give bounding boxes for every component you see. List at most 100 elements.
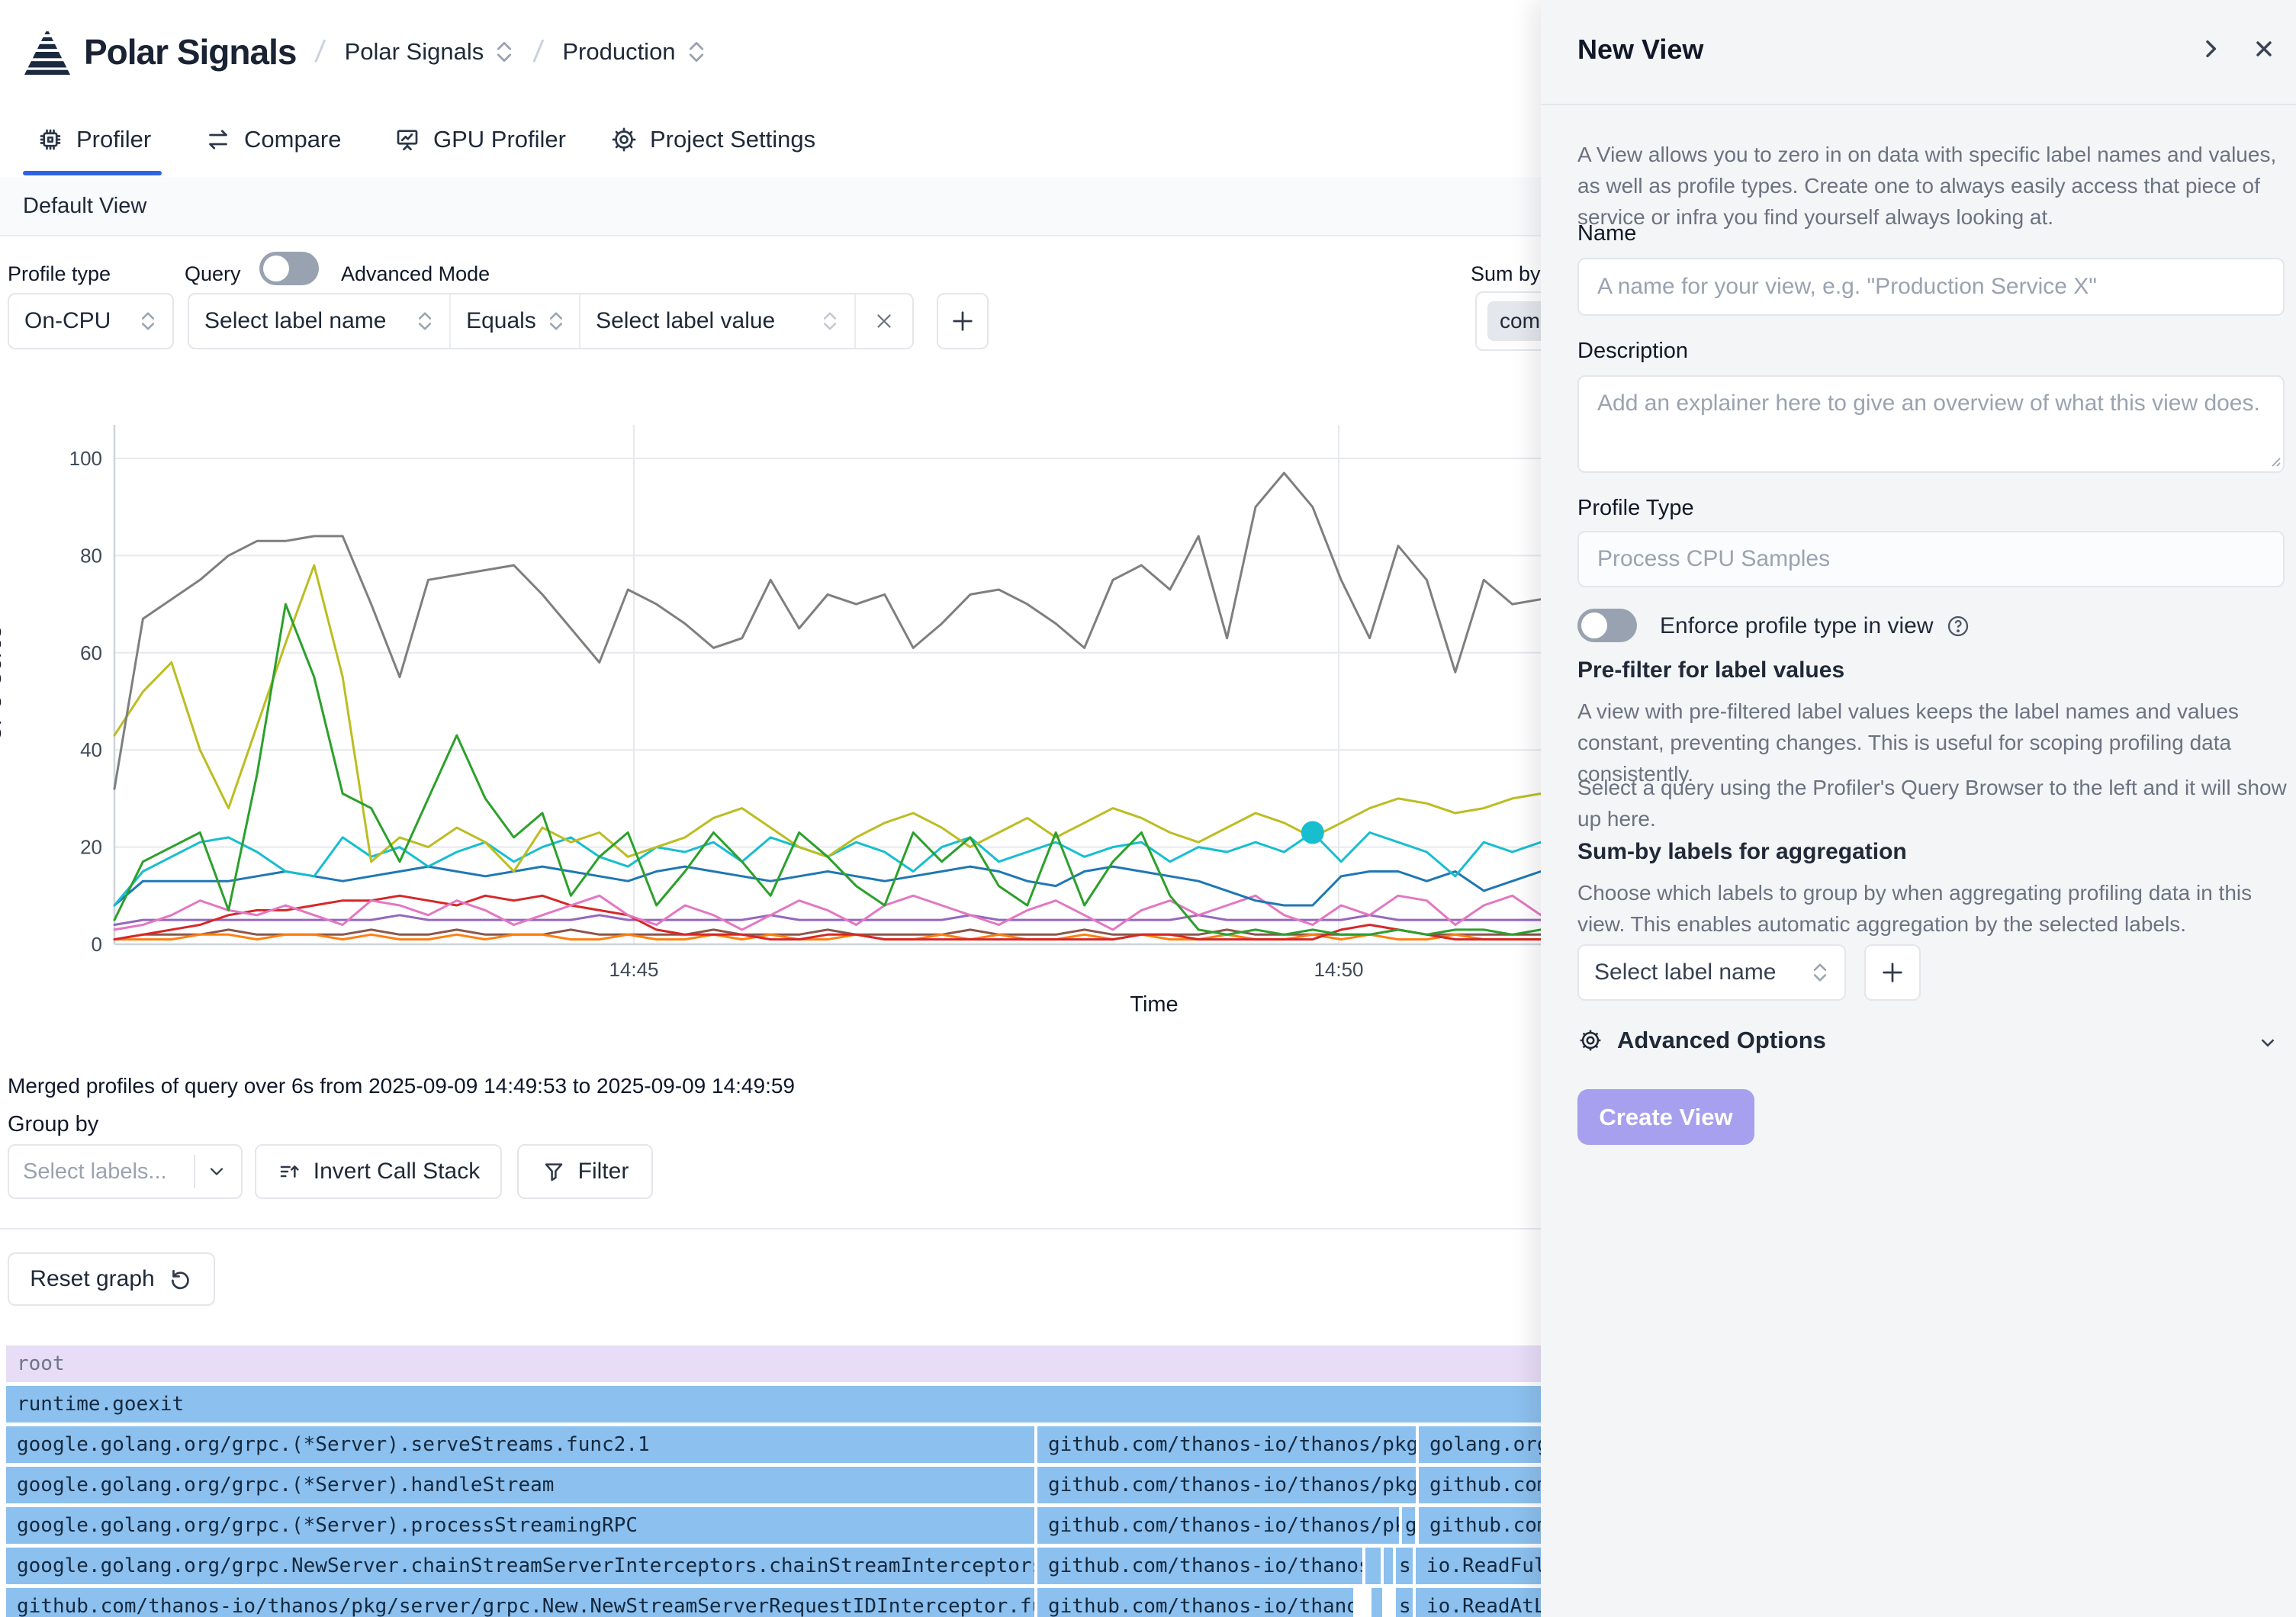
chevron-updown-icon (1811, 960, 1829, 985)
breadcrumb-project[interactable]: Production (562, 38, 706, 66)
label-name-placeholder: Select label name (204, 308, 386, 334)
close-panel-button[interactable] (2252, 37, 2276, 65)
svg-text:Time: Time (1130, 992, 1178, 1017)
active-tab-indicator (23, 171, 162, 175)
chevron-right-icon (2198, 37, 2223, 61)
flame-frame-cell[interactable]: runtime.goexit (6, 1386, 1548, 1423)
group-by-select[interactable]: Select labels... (8, 1144, 243, 1199)
filter-label: Filter (578, 1159, 629, 1185)
new-view-panel: New View A View allows you to zero in on… (1541, 0, 2296, 1617)
flame-frame-cell[interactable]: github.com/thanos-io/thanos/p (1037, 1588, 1353, 1617)
flame-frame-cell[interactable]: github.com/thanos-io/thanos/pkg/ (1037, 1507, 1399, 1544)
label-value-select[interactable]: Select label value (579, 294, 854, 348)
operator-select[interactable]: Equals (449, 294, 579, 348)
flame-frame-cell[interactable] (1371, 1588, 1382, 1617)
tab-compare-label: Compare (244, 126, 342, 153)
view-name-input[interactable] (1577, 258, 2285, 316)
filter-button[interactable]: Filter (517, 1144, 653, 1199)
flame-frame-cell[interactable]: github.com/thanos-io/thanos/p (1037, 1548, 1362, 1584)
flame-frame-cell[interactable]: io.ReadFul (1416, 1548, 1548, 1584)
tab-profiler-label: Profiler (76, 126, 151, 153)
group-by-label: Group by (8, 1112, 98, 1137)
flame-frame-cell[interactable]: github.com/thanos-io/thanos/pkg/server/g… (6, 1588, 1034, 1617)
label-name-select[interactable]: Select label name (189, 294, 449, 348)
invert-call-stack-label: Invert Call Stack (314, 1159, 480, 1185)
divider (194, 1155, 195, 1188)
enforce-profile-type-toggle[interactable] (1577, 609, 1637, 642)
plus-icon (1880, 960, 1905, 985)
panel-add-label-button[interactable] (1864, 944, 1921, 1001)
flame-frame-cell[interactable]: g (1402, 1507, 1415, 1544)
svg-text:40: 40 (80, 738, 102, 761)
view-description-textarea[interactable] (1577, 375, 2285, 473)
swap-arrows-icon (204, 126, 232, 153)
remove-matcher-button[interactable] (854, 294, 912, 348)
flame-frame-cell[interactable]: s (1396, 1588, 1413, 1617)
breadcrumb-org[interactable]: Polar Signals (345, 38, 515, 66)
breadcrumb-project-label: Production (562, 38, 675, 66)
toggle-knob (1581, 612, 1607, 638)
flame-frame-cell[interactable]: io.ReadAtL (1416, 1588, 1548, 1617)
reset-graph-button[interactable]: Reset graph (8, 1252, 215, 1306)
chevron-updown-icon (139, 309, 157, 333)
merged-profiles-summary: Merged profiles of query over 6s from 20… (8, 1074, 795, 1098)
gear-icon (1577, 1027, 1603, 1053)
panel-intro-text: A View allows you to zero in on data wit… (1577, 139, 2287, 233)
tab-project-settings-label: Project Settings (650, 126, 815, 153)
flame-frame-cell[interactable]: github.com/ (1419, 1507, 1548, 1544)
enforce-row: Enforce profile type in view (1660, 613, 1970, 639)
resize-handle-icon[interactable] (2267, 453, 2282, 468)
logo[interactable]: Polar Signals (23, 27, 296, 76)
flame-frame-cell[interactable]: github.com/ (1419, 1467, 1548, 1503)
add-matcher-button[interactable] (937, 293, 989, 349)
profile-type-placeholder: Process CPU Samples (1597, 546, 1830, 572)
breadcrumb-org-label: Polar Signals (345, 38, 484, 66)
name-label: Name (1577, 221, 1636, 246)
enforce-profile-type-label: Enforce profile type in view (1660, 613, 1934, 639)
tab-profiler[interactable]: Profiler (37, 104, 151, 175)
chevron-down-icon[interactable] (2256, 1031, 2279, 1054)
metrics-line-chart[interactable]: 02040608010014:4514:50Time (0, 397, 1548, 1030)
sumby-text: Choose which labels to group by when agg… (1577, 877, 2287, 940)
profile-type-input[interactable]: Process CPU Samples (1577, 531, 2285, 587)
flame-frame-cell[interactable]: github.com/thanos-io/thanos/pkg/st (1037, 1467, 1416, 1503)
panel-label-select[interactable]: Select label name (1577, 944, 1846, 1001)
chevron-updown-icon (821, 309, 839, 333)
advanced-options-label: Advanced Options (1617, 1027, 1826, 1054)
collapse-panel-button[interactable] (2198, 37, 2223, 65)
section-divider (0, 1228, 1541, 1230)
flame-frame-cell[interactable]: google.golang.org/grpc.NewServer.chainSt… (6, 1548, 1034, 1584)
flame-frame-cell[interactable]: golang.org/ (1419, 1426, 1548, 1463)
create-view-button[interactable]: Create View (1577, 1089, 1754, 1145)
tab-compare[interactable]: Compare (204, 104, 342, 175)
help-circle-icon[interactable] (1946, 614, 1970, 638)
svg-text:20: 20 (80, 836, 102, 859)
flame-frame-cell[interactable]: google.golang.org/grpc.(*Server).handleS… (6, 1467, 1034, 1503)
invert-call-stack-button[interactable]: Invert Call Stack (255, 1144, 502, 1199)
advanced-mode-toggle[interactable] (259, 252, 319, 285)
advanced-mode-label: Advanced Mode (341, 262, 490, 286)
flame-root-cell[interactable]: root (6, 1345, 1548, 1382)
flame-frame-cell[interactable]: github.com/thanos-io/thanos/pkg/st (1037, 1426, 1416, 1463)
flame-frame-cell[interactable] (1384, 1548, 1393, 1584)
reset-rotate-icon (167, 1266, 193, 1292)
advanced-options-toggle[interactable]: Advanced Options (1577, 1027, 1826, 1054)
group-by-placeholder: Select labels... (23, 1159, 167, 1185)
profile-type-label: Profile type (8, 262, 111, 286)
funnel-icon (542, 1159, 566, 1184)
svg-text:60: 60 (80, 641, 102, 664)
flame-frame-cell[interactable] (1365, 1548, 1381, 1584)
flame-frame-cell[interactable]: google.golang.org/grpc.(*Server).process… (6, 1507, 1034, 1544)
prefilter-title: Pre-filter for label values (1577, 657, 1844, 683)
tab-gpu-profiler[interactable]: GPU Profiler (394, 104, 566, 175)
sum-by-label: Sum by (1471, 262, 1541, 286)
flame-frame-cell[interactable]: google.golang.org/grpc.(*Server).serveSt… (6, 1426, 1034, 1463)
polar-signals-app: Polar Signals / Polar Signals / Producti… (0, 0, 2296, 1617)
profile-type-select[interactable]: On-CPU (8, 293, 174, 349)
tab-project-settings[interactable]: Project Settings (610, 104, 815, 175)
gear-icon (610, 126, 638, 153)
view-selector-label: Default View (23, 194, 146, 219)
panel-label-select-placeholder: Select label name (1594, 960, 1776, 985)
flame-frame-cell[interactable]: s (1396, 1548, 1413, 1584)
chevron-updown-icon (494, 38, 514, 66)
